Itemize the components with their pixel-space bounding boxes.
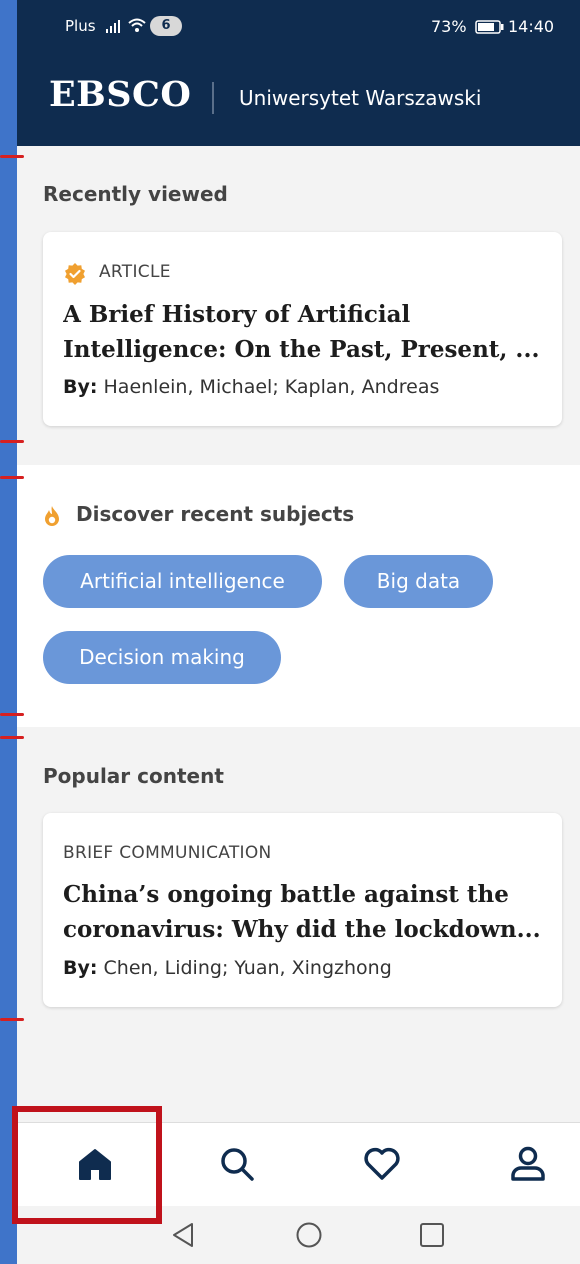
search-icon	[221, 1148, 254, 1181]
annotation-mark	[0, 476, 24, 479]
back-icon[interactable]	[168, 1220, 198, 1250]
institution-name: Uniwersytet Warszawski	[239, 86, 482, 110]
subject-chip[interactable]: Big data	[344, 555, 493, 608]
battery-icon	[475, 20, 504, 34]
recent-article-card[interactable]: ARTICLE A Brief History of Artificial In…	[43, 232, 562, 426]
recently-viewed-title: Recently viewed	[43, 182, 228, 206]
header-divider	[212, 82, 214, 114]
popular-content-title: Popular content	[43, 764, 224, 788]
card-type-label: ARTICLE	[99, 262, 171, 282]
discover-section: Discover recent subjects Artificial inte…	[17, 465, 580, 727]
annotation-mark	[0, 713, 24, 716]
card-title-line: Intelligence: On the Past, Present, ...	[63, 336, 540, 363]
notification-badge: 6	[150, 16, 182, 36]
status-time: 14:40	[508, 17, 555, 36]
authors-value: Chen, Liding; Yuan, Xingzhong	[103, 957, 392, 979]
status-bar: Plus 6 73% 14:40	[17, 0, 580, 55]
authors-label: By:	[63, 957, 98, 979]
carrier-name: Plus	[65, 17, 96, 35]
discover-title: Discover recent subjects	[76, 502, 355, 526]
verified-badge-icon	[65, 263, 85, 285]
signal-icon	[106, 20, 120, 33]
card-title[interactable]: China’s ongoing battle against the coron…	[63, 877, 546, 947]
popular-article-card[interactable]: BRIEF COMMUNICATION China’s ongoing batt…	[43, 813, 562, 1007]
flame-icon	[45, 506, 59, 526]
home-circle-icon[interactable]	[294, 1220, 324, 1250]
profile-icon	[511, 1146, 545, 1181]
card-authors: By: Haenlein, Michael; Kaplan, Andreas	[63, 376, 439, 398]
app-screen: Plus 6 73% 14:40 EBSCO Uniwersytet Warsz…	[17, 0, 580, 1264]
annotation-mark	[0, 440, 24, 443]
authors-value: Haenlein, Michael; Kaplan, Andreas	[103, 376, 440, 398]
annotation-mark	[0, 1018, 24, 1021]
annotation-mark	[0, 736, 24, 739]
card-title-line: China’s ongoing battle against the	[63, 881, 509, 908]
card-type-label: BRIEF COMMUNICATION	[63, 843, 272, 863]
battery-percent: 73%	[431, 17, 467, 36]
home-highlight-box	[12, 1106, 162, 1224]
heart-icon	[364, 1147, 400, 1180]
authors-label: By:	[63, 376, 98, 398]
subject-chip[interactable]: Artificial intelligence	[43, 555, 322, 608]
card-authors: By: Chen, Liding; Yuan, Xingzhong	[63, 957, 392, 979]
nav-favorites[interactable]	[352, 1137, 412, 1191]
nav-search[interactable]	[207, 1137, 267, 1191]
wifi-icon	[128, 18, 146, 32]
app-header: Plus 6 73% 14:40 EBSCO Uniwersytet Warsz…	[17, 0, 580, 146]
nav-profile[interactable]	[498, 1137, 558, 1191]
ebsco-logo: EBSCO	[49, 74, 192, 115]
subject-chip[interactable]: Decision making	[43, 631, 281, 684]
annotation-mark	[0, 155, 24, 158]
card-title-line: coronavirus: Why did the lockdown...	[63, 916, 541, 943]
card-title-line: A Brief History of Artificial	[63, 301, 411, 328]
recents-icon[interactable]	[417, 1220, 447, 1250]
card-title[interactable]: A Brief History of Artificial Intelligen…	[63, 297, 546, 367]
